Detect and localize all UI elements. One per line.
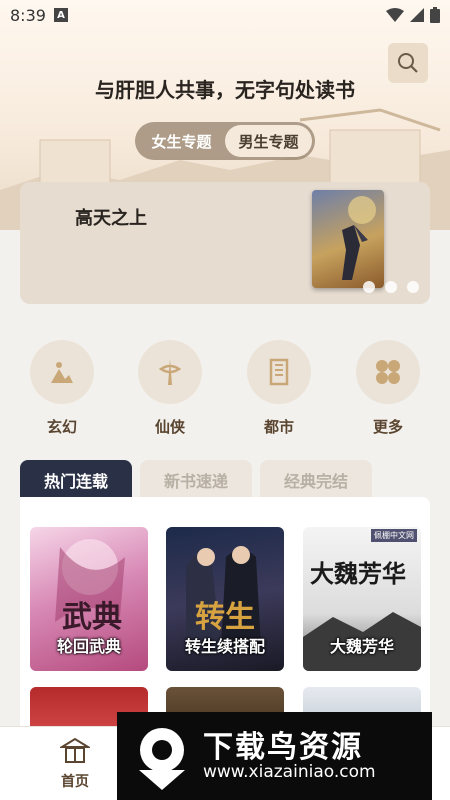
more-grid-icon [356, 340, 420, 404]
watermark-title: 下载鸟资源 [203, 730, 363, 765]
battery-icon [430, 7, 440, 23]
banner-book-cover[interactable] [312, 190, 384, 288]
notification-a-icon: A [53, 8, 68, 22]
topic-toggle: 女生专题 男生专题 [135, 122, 315, 160]
banner-cover-art [342, 196, 376, 280]
featured-banner[interactable]: 高天之上 [20, 182, 430, 304]
status-time: 8:39 [10, 5, 46, 25]
tab-new-books[interactable]: 新书速递 [140, 460, 252, 500]
banner-dot[interactable] [385, 281, 397, 293]
book-cover-large-title: 转生 [195, 600, 255, 635]
home-pavilion-icon [58, 737, 92, 763]
book-card-2[interactable]: 转生 转生续搭配 [166, 527, 284, 671]
category-row: 玄幻 仙侠 都市 更多 [0, 340, 450, 440]
bird-logo-icon [139, 728, 185, 790]
publisher-badge: 佩棚中文网 [371, 529, 417, 542]
hero-slogan: 与肝胆人共事，无字句处读书 [95, 78, 355, 102]
category-label: 都市 [263, 418, 294, 436]
book-cover-title: 轮回武典 [56, 637, 121, 656]
book-cover-title: 转生续搭配 [184, 637, 265, 656]
banner-dot[interactable] [363, 281, 375, 293]
book-card-3[interactable]: 大魏芳华 佩棚中文网 大魏芳华 [303, 527, 421, 671]
nav-home-button[interactable]: 首页 [50, 737, 100, 791]
book-cover-large-title: 大魏芳华 [310, 559, 406, 588]
watermark-url: www.xiazainiao.com [203, 762, 376, 782]
status-bar: 8:39 A [0, 0, 450, 30]
category-xuanhuan[interactable]: 玄幻 [30, 340, 94, 437]
category-xianxia[interactable]: 仙侠 [138, 340, 202, 437]
category-label: 玄幻 [46, 418, 77, 436]
tab-hot-serial[interactable]: 热门连载 [20, 460, 132, 500]
category-label: 仙侠 [154, 418, 185, 436]
topic-male-button[interactable]: 男生专题 [225, 125, 312, 157]
watermark-overlay: 下载鸟资源 www.xiazainiao.com [117, 712, 432, 800]
category-label: 更多 [372, 418, 403, 436]
wifi-icon [386, 8, 404, 22]
xianxia-icon [138, 340, 202, 404]
category-dushi[interactable]: 都市 [247, 340, 311, 437]
xuanhuan-icon [30, 340, 94, 404]
category-more[interactable]: 更多 [356, 340, 420, 437]
book-cover-title: 大魏芳华 [329, 637, 394, 656]
dushi-icon [247, 340, 311, 404]
book-tabs: 热门连载 新书速递 经典完结 [20, 460, 372, 500]
tab-classic-finished[interactable]: 经典完结 [260, 460, 372, 500]
book-cover-large-title: 武典 [62, 600, 122, 635]
topic-female-button[interactable]: 女生专题 [138, 125, 225, 157]
nav-home-label: 首页 [61, 774, 89, 790]
book-list-panel: 武典 轮回武典 转生 转生续搭配 大魏芳华 佩棚中文网 大魏芳华 [20, 497, 430, 737]
search-icon [398, 53, 418, 73]
banner-pagination [363, 281, 419, 293]
book-card-1[interactable]: 武典 轮回武典 [30, 527, 148, 671]
banner-dot[interactable] [407, 281, 419, 293]
banner-title: 高天之上 [75, 208, 147, 229]
signal-icon [410, 8, 424, 22]
